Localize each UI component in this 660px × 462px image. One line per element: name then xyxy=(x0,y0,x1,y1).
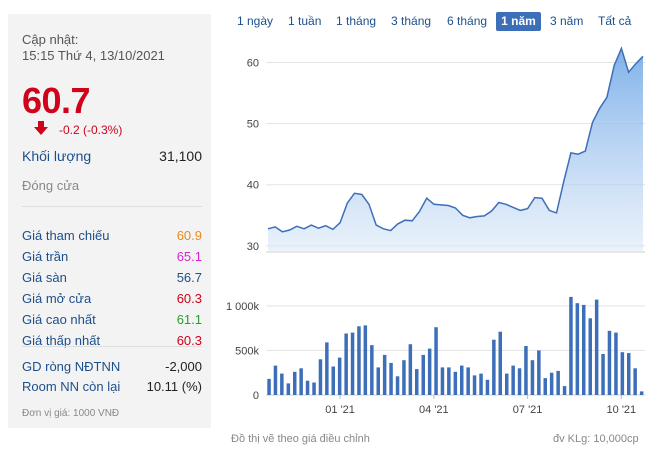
volume-bar xyxy=(344,333,348,395)
volume-bar xyxy=(376,367,380,395)
volume-bar xyxy=(408,344,413,395)
volume-bar xyxy=(537,350,541,395)
volume-y-tick: 500k xyxy=(235,345,259,357)
volume-bar xyxy=(299,368,303,396)
x-tick-label: 07 '21 xyxy=(513,404,543,416)
volume-bar xyxy=(511,365,515,395)
price-y-tick: 50 xyxy=(247,119,259,131)
volume-bar xyxy=(485,379,490,395)
volume-bar xyxy=(575,303,580,395)
volume-bar xyxy=(337,357,342,395)
volume-bar xyxy=(492,339,496,395)
volume-y-tick: 1 000k xyxy=(226,301,260,313)
volume-bar xyxy=(530,360,535,395)
volume-bar xyxy=(293,371,297,395)
volume-bar xyxy=(382,354,387,395)
volume-bar xyxy=(325,342,329,395)
x-tick-label: 10 '21 xyxy=(607,404,637,416)
x-tick-label: 04 '21 xyxy=(419,404,449,416)
volume-bar xyxy=(389,362,393,395)
price-y-tick: 40 xyxy=(247,180,259,192)
volume-bar xyxy=(460,365,464,395)
volume-bar xyxy=(331,366,335,395)
volume-bar xyxy=(280,373,284,395)
volume-bar xyxy=(588,318,592,395)
volume-unit-note: đv KLg: 10,000cp xyxy=(553,433,639,445)
volume-bar xyxy=(395,376,400,395)
volume-bar xyxy=(370,345,374,395)
volume-bar xyxy=(607,330,612,395)
price-volume-chart: 60 50 40 30 1 000k 500k 0 01 '21 04 '21 07 '21 10… xyxy=(226,46,645,416)
volume-bar xyxy=(427,348,432,395)
volume-bar xyxy=(633,368,637,396)
volume-bar xyxy=(601,354,605,395)
volume-bar xyxy=(627,353,631,395)
volume-bar xyxy=(440,367,445,395)
volume-bar xyxy=(582,304,586,395)
volume-bar xyxy=(479,373,483,395)
x-tick-label: 01 '21 xyxy=(325,404,355,416)
price-area xyxy=(268,48,643,253)
volume-bar xyxy=(421,354,425,395)
stock-widget: Cập nhật: 15:15 Thứ 4, 13/10/2021 60.7 -… xyxy=(0,0,660,462)
volume-bar xyxy=(273,365,278,395)
volume-bar xyxy=(594,299,599,395)
volume-bar xyxy=(543,378,547,395)
price-y-tick: 60 xyxy=(247,57,259,69)
volume-bar xyxy=(556,370,560,395)
volume-bar xyxy=(517,368,522,396)
volume-bar xyxy=(357,326,361,395)
volume-bar xyxy=(402,360,406,395)
volume-bar xyxy=(472,375,477,395)
volume-bar xyxy=(549,372,554,395)
volume-bar xyxy=(434,327,438,395)
volume-chart: 1 000k 500k 0 01 '21 04 '21 07 '21 10 '21 xyxy=(226,296,645,416)
adjusted-price-note: Đồ thị vẽ theo giá điều chỉnh xyxy=(231,433,370,445)
price-y-tick: 30 xyxy=(247,241,259,253)
volume-y-tick: 0 xyxy=(253,390,259,402)
volume-bar xyxy=(415,369,419,395)
volume-bar xyxy=(350,332,355,395)
volume-bar xyxy=(318,359,323,395)
volume-bar xyxy=(498,331,502,395)
volume-bar xyxy=(267,378,271,395)
price-chart: 60 50 40 30 xyxy=(247,46,645,253)
volume-bar xyxy=(620,352,625,395)
volume-bar xyxy=(569,296,573,395)
volume-bar xyxy=(305,380,310,395)
volume-bar xyxy=(363,325,368,395)
volume-bar xyxy=(524,346,528,395)
volume-bar xyxy=(505,373,509,395)
volume-bar xyxy=(614,332,618,395)
volume-bar xyxy=(312,382,316,395)
volume-bar xyxy=(639,391,644,395)
volume-bar xyxy=(466,367,470,395)
volume-bar xyxy=(447,367,451,395)
volume-bar xyxy=(562,386,567,395)
volume-bar xyxy=(286,383,291,395)
volume-bar xyxy=(453,371,458,395)
